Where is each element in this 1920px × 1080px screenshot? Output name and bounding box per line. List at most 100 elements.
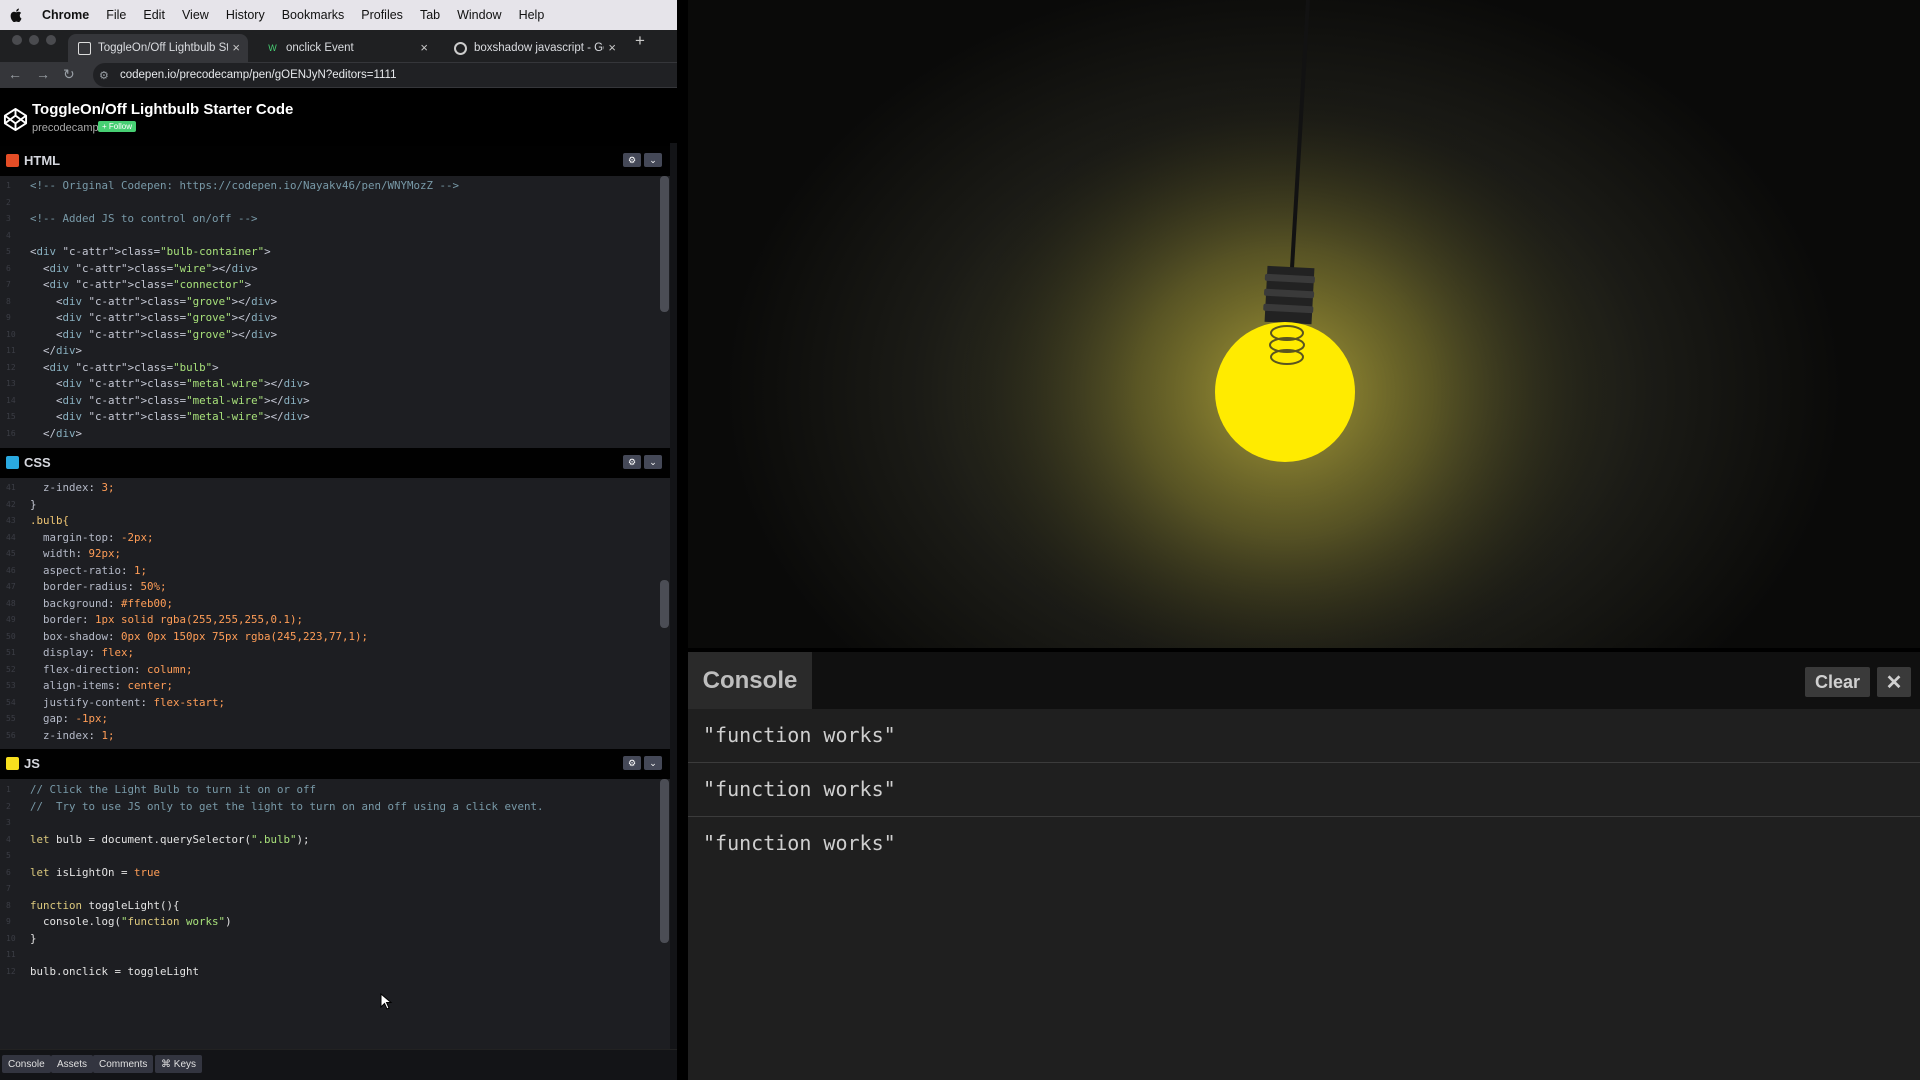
editor-resizer[interactable] xyxy=(670,143,677,1080)
code-line[interactable]: 41 z-index: 3; xyxy=(0,480,650,497)
css-editor[interactable]: 41 z-index: 3; 42} 43 .bulb{44 margin-top: … xyxy=(0,478,670,749)
tab-onclick[interactable]: W onclick Event × xyxy=(256,34,436,62)
code-line[interactable]: 7 xyxy=(0,881,650,898)
chevron-down-icon[interactable]: ⌄ xyxy=(644,455,662,469)
console-button[interactable]: Console xyxy=(2,1055,51,1073)
code-line[interactable]: 1 // Click the Light Bulb to turn it on o… xyxy=(0,782,650,799)
code-line[interactable]: 1 <!-- Original Codepen: https://codepen.… xyxy=(0,178,650,195)
code-line[interactable]: 6 let isLightOn = true xyxy=(0,865,650,882)
code-line[interactable]: 8 <div "c-attr">class="grove"></div> xyxy=(0,294,650,311)
js-editor[interactable]: 1 // Click the Light Bulb to turn it on o… xyxy=(0,779,670,1049)
code-line[interactable]: 12 <div "c-attr">class="bulb"> xyxy=(0,360,650,377)
code-line[interactable]: 11 xyxy=(0,947,650,964)
code-line[interactable]: 53 align-items: center; xyxy=(0,678,650,695)
tab-lightbulb[interactable]: ToggleOn/Off Lightbulb Starter × xyxy=(68,34,248,62)
close-tab-icon[interactable]: × xyxy=(420,40,428,55)
new-tab-icon[interactable]: + xyxy=(635,31,645,51)
close-window-button[interactable] xyxy=(12,35,22,45)
back-icon[interactable]: ← xyxy=(8,66,22,82)
code-line[interactable]: 49 border: 1px solid rgba(255,255,255,0.… xyxy=(0,612,650,629)
code-line[interactable]: 8 function toggleLight(){ xyxy=(0,898,650,915)
code-line[interactable]: 10} xyxy=(0,931,650,948)
code-line[interactable]: 11 </div> xyxy=(0,343,650,360)
tab-google[interactable]: boxshadow javascript - Goog × xyxy=(444,34,624,62)
menu-file[interactable]: File xyxy=(106,8,126,22)
code-line[interactable]: 55 gap: -1px; xyxy=(0,711,650,728)
code-line[interactable]: 50 box-shadow: 0px 0px 150px 75px rgba(2… xyxy=(0,629,650,646)
chevron-down-icon[interactable]: ⌄ xyxy=(644,756,662,770)
menu-edit[interactable]: Edit xyxy=(143,8,165,22)
pen-title[interactable]: ToggleOn/Off Lightbulb Starter Code xyxy=(32,101,293,118)
code-text: <div "c-attr">class="connector"> xyxy=(30,278,252,291)
apple-icon[interactable] xyxy=(10,8,28,22)
menu-bookmarks[interactable]: Bookmarks xyxy=(282,8,345,22)
pen-author[interactable]: precodecamp xyxy=(32,122,99,134)
code-line[interactable]: 52 flex-direction: column; xyxy=(0,662,650,679)
codepen-logo-icon[interactable] xyxy=(3,107,28,132)
code-line[interactable]: 42} xyxy=(0,497,650,514)
html-editor[interactable]: 1 <!-- Original Codepen: https://codepen.… xyxy=(0,176,670,448)
code-line[interactable]: 9 console.log("function works") xyxy=(0,914,650,931)
code-line[interactable]: 43 .bulb{ xyxy=(0,513,650,530)
follow-button[interactable]: + Follow xyxy=(98,121,137,132)
code-line[interactable]: 13 <div "c-attr">class="metal-wire"></di… xyxy=(0,376,650,393)
code-line[interactable]: 3 <!-- Added JS to control on/off --> xyxy=(0,211,650,228)
code-line[interactable]: 4 xyxy=(0,228,650,245)
clear-button[interactable]: Clear xyxy=(1805,667,1870,697)
code-line[interactable]: 16 </div> xyxy=(0,426,650,443)
code-line[interactable]: 7 <div "c-attr">class="connector"> xyxy=(0,277,650,294)
menu-profiles[interactable]: Profiles xyxy=(361,8,403,22)
code-line[interactable]: 44 margin-top: -2px; xyxy=(0,530,650,547)
bulb[interactable] xyxy=(1215,322,1355,462)
settings-icon[interactable]: ⚙ xyxy=(623,153,641,167)
code-line[interactable]: 15 <div "c-attr">class="metal-wire"></di… xyxy=(0,409,650,426)
js-icon xyxy=(6,757,19,770)
css-scrollbar[interactable] xyxy=(660,580,669,628)
site-settings-icon[interactable]: ⚙ xyxy=(99,69,113,82)
code-line[interactable]: 5 <div "c-attr">class="bulb-container"> xyxy=(0,244,650,261)
code-line[interactable]: 5 xyxy=(0,848,650,865)
code-line[interactable]: 6 <div "c-attr">class="wire"></div> xyxy=(0,261,650,278)
line-number-text: 13 xyxy=(6,379,16,388)
code-line[interactable]: 2 xyxy=(0,195,650,212)
css-icon xyxy=(6,456,19,469)
code-line[interactable]: 45 width: 92px; xyxy=(0,546,650,563)
menu-window[interactable]: Window xyxy=(457,8,501,22)
menu-help[interactable]: Help xyxy=(519,8,545,22)
code-line[interactable]: 51 display: flex; xyxy=(0,645,650,662)
code-line[interactable]: 12 bulb.onclick = toggleLight xyxy=(0,964,650,981)
code-line[interactable]: 47 border-radius: 50%; xyxy=(0,579,650,596)
code-line[interactable]: 56 z-index: 1; xyxy=(0,728,650,745)
code-line[interactable]: 14 <div "c-attr">class="metal-wire"></di… xyxy=(0,393,650,410)
code-line[interactable]: 54 justify-content: flex-start; xyxy=(0,695,650,712)
code-line[interactable]: 2 // Try to use JS only to get the light … xyxy=(0,799,650,816)
settings-icon[interactable]: ⚙ xyxy=(623,756,641,770)
forward-icon[interactable]: → xyxy=(36,66,50,82)
code-line[interactable]: 46 aspect-ratio: 1; xyxy=(0,563,650,580)
address-bar[interactable]: ⚙ codepen.io/precodecamp/pen/gOENJyN?edi… xyxy=(93,63,677,87)
close-tab-icon[interactable]: × xyxy=(608,40,616,55)
keys-button[interactable]: ⌘ Keys xyxy=(155,1055,203,1073)
menu-view[interactable]: View xyxy=(182,8,209,22)
zoom-window-button[interactable] xyxy=(46,35,56,45)
close-tab-icon[interactable]: × xyxy=(232,40,240,55)
chevron-down-icon[interactable]: ⌄ xyxy=(644,153,662,167)
line-number: 12 xyxy=(0,360,24,377)
menu-history[interactable]: History xyxy=(226,8,265,22)
close-icon[interactable]: ✕ xyxy=(1877,667,1911,697)
js-scrollbar[interactable] xyxy=(660,779,669,943)
comments-button[interactable]: Comments xyxy=(93,1055,154,1073)
code-line[interactable]: 10 <div "c-attr">class="grove"></div> xyxy=(0,327,650,344)
menu-chrome[interactable]: Chrome xyxy=(42,8,89,22)
settings-icon[interactable]: ⚙ xyxy=(623,455,641,469)
code-line[interactable]: 9 <div "c-attr">class="grove"></div> xyxy=(0,310,650,327)
code-line[interactable]: 4 let bulb = document.querySelector(".bul… xyxy=(0,832,650,849)
code-line[interactable]: 48 background: #ffeb00; xyxy=(0,596,650,613)
assets-button[interactable]: Assets xyxy=(51,1055,94,1073)
reload-icon[interactable]: ↻ xyxy=(63,66,75,83)
html-scrollbar[interactable] xyxy=(660,176,669,312)
menu-tab[interactable]: Tab xyxy=(420,8,440,22)
line-number: 1 xyxy=(0,782,24,799)
minimize-window-button[interactable] xyxy=(29,35,39,45)
code-line[interactable]: 3 xyxy=(0,815,650,832)
